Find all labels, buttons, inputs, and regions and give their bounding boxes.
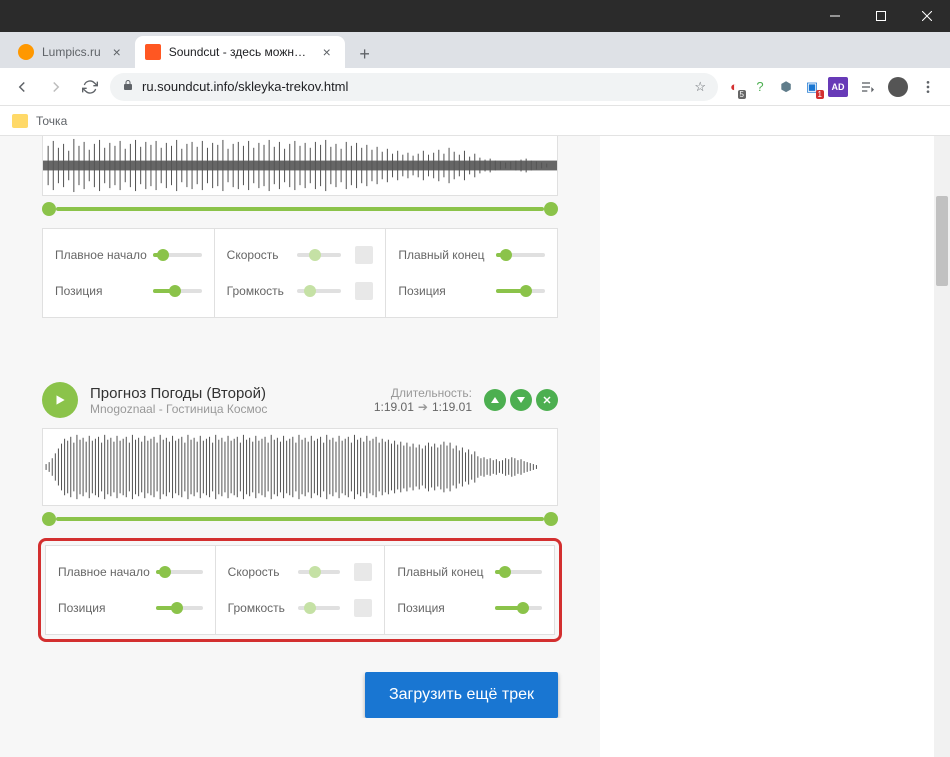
- timeline-handle-left[interactable]: [42, 512, 56, 526]
- fade-in-slider[interactable]: [156, 570, 203, 574]
- tab-title: Soundcut - здесь можно обрезе: [169, 45, 311, 59]
- maximize-button[interactable]: [858, 0, 904, 32]
- timeline-handle-right[interactable]: [544, 202, 558, 216]
- control-label: Плавное начало: [55, 248, 145, 262]
- move-down-button[interactable]: [510, 389, 532, 411]
- folder-icon: [12, 114, 28, 128]
- profile-avatar[interactable]: [888, 77, 908, 97]
- lock-icon: [122, 79, 134, 94]
- timeline-handle-right[interactable]: [544, 512, 558, 526]
- url-text: ru.soundcut.info/skleyka-trekov.html: [142, 79, 686, 94]
- control-label: Плавное начало: [58, 565, 148, 579]
- favicon-icon: [145, 44, 161, 60]
- window-titlebar: [0, 0, 950, 32]
- forward-button[interactable]: [42, 73, 70, 101]
- track-header: Прогноз Погоды (Второй) Mnogoznaal - Гос…: [42, 382, 558, 418]
- reload-button[interactable]: [76, 73, 104, 101]
- extension-icon[interactable]: ⬢: [776, 77, 796, 97]
- position-slider[interactable]: [153, 289, 202, 293]
- slider-checkbox[interactable]: [355, 282, 373, 300]
- bookmark-star-icon[interactable]: ☆: [694, 79, 706, 95]
- move-up-button[interactable]: [484, 389, 506, 411]
- waveform-display[interactable]: [42, 428, 558, 506]
- control-label: Позиция: [55, 284, 145, 298]
- control-label: Позиция: [397, 601, 487, 615]
- tab-close-icon[interactable]: ×: [319, 44, 335, 60]
- control-label: Плавный конец: [398, 248, 488, 262]
- browser-tab-active[interactable]: Soundcut - здесь можно обрезе ×: [135, 36, 345, 68]
- browser-toolbar: ru.soundcut.info/skleyka-trekov.html ☆ ◐…: [0, 68, 950, 106]
- bookmarks-bar: Точка: [0, 106, 950, 136]
- timeline-handle-left[interactable]: [42, 202, 56, 216]
- control-label: Позиция: [398, 284, 488, 298]
- track-title: Прогноз Погоды (Второй): [90, 385, 362, 402]
- new-tab-button[interactable]: +: [351, 40, 379, 68]
- menu-button[interactable]: [914, 73, 942, 101]
- browser-tab[interactable]: Lumpics.ru ×: [8, 36, 135, 68]
- fade-in-slider[interactable]: [153, 253, 202, 257]
- volume-slider[interactable]: [298, 606, 341, 610]
- control-label: Скорость: [227, 248, 289, 262]
- waveform-display[interactable]: [42, 136, 558, 196]
- track-controls: Плавное начало Позиция Скорость Громкост…: [45, 545, 555, 635]
- extension-icon[interactable]: ▣1: [802, 77, 822, 97]
- timeline-track: [56, 207, 544, 211]
- scrollbar[interactable]: [934, 136, 950, 757]
- slider-checkbox[interactable]: [354, 599, 372, 617]
- back-button[interactable]: [8, 73, 36, 101]
- fade-out-slider[interactable]: [495, 570, 542, 574]
- arrow-right-icon: ➔: [418, 400, 428, 414]
- timeline-slider[interactable]: [42, 204, 558, 214]
- favicon-icon: [18, 44, 34, 60]
- position-slider[interactable]: [156, 606, 203, 610]
- timeline-track: [56, 517, 544, 521]
- slider-checkbox[interactable]: [354, 563, 372, 581]
- extension-icon[interactable]: ◐5: [724, 77, 744, 97]
- extension-icon[interactable]: AD: [828, 77, 848, 97]
- timeline-slider[interactable]: [42, 514, 558, 524]
- tab-strip: Lumpics.ru × Soundcut - здесь можно обре…: [0, 32, 950, 68]
- page-viewport: Плавное начало Позиция Скорость Громкост…: [0, 136, 950, 757]
- control-label: Громкость: [227, 284, 289, 298]
- delete-track-button[interactable]: [536, 389, 558, 411]
- duration-label: Длительность:: [374, 386, 472, 400]
- bookmark-item[interactable]: Точка: [36, 114, 67, 128]
- address-bar[interactable]: ru.soundcut.info/skleyka-trekov.html ☆: [110, 73, 718, 101]
- position-slider[interactable]: [496, 289, 545, 293]
- control-label: Скорость: [228, 565, 290, 579]
- load-more-track-button[interactable]: Загрузить ещё трек: [365, 672, 558, 718]
- waveform-svg: [43, 429, 557, 505]
- speed-slider[interactable]: [298, 570, 341, 574]
- track-artist: Mnogoznaal - Гостиница Космос: [90, 402, 362, 416]
- waveform-svg: [43, 136, 557, 195]
- fade-out-slider[interactable]: [496, 253, 545, 257]
- page-content: Плавное начало Позиция Скорость Громкост…: [0, 136, 600, 757]
- control-label: Позиция: [58, 601, 148, 615]
- highlighted-controls: Плавное начало Позиция Скорость Громкост…: [38, 538, 562, 642]
- play-button[interactable]: [42, 382, 78, 418]
- reading-list-icon[interactable]: [854, 73, 882, 101]
- duration-to: 1:19.01: [432, 400, 472, 414]
- extension-icon[interactable]: ?: [750, 77, 770, 97]
- slider-checkbox[interactable]: [355, 246, 373, 264]
- position-slider[interactable]: [495, 606, 542, 610]
- control-label: Плавный конец: [397, 565, 487, 579]
- minimize-button[interactable]: [812, 0, 858, 32]
- tab-title: Lumpics.ru: [42, 45, 101, 59]
- control-label: Громкость: [228, 601, 290, 615]
- speed-slider[interactable]: [297, 253, 342, 257]
- close-button[interactable]: [904, 0, 950, 32]
- scrollbar-thumb[interactable]: [936, 196, 948, 286]
- duration-from: 1:19.01: [374, 400, 414, 414]
- volume-slider[interactable]: [297, 289, 342, 293]
- track-controls: Плавное начало Позиция Скорость Громкост…: [42, 228, 558, 318]
- tab-close-icon[interactable]: ×: [109, 44, 125, 60]
